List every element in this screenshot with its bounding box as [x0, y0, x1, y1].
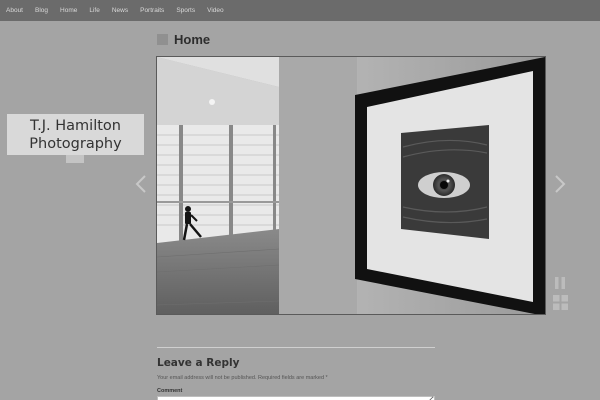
nav-item-portraits[interactable]: Portraits	[140, 7, 164, 14]
grid-icon	[553, 295, 568, 310]
site-title-line1: T.J. Hamilton	[30, 118, 121, 134]
pause-icon	[555, 277, 565, 289]
slideshow-prev-button[interactable]	[134, 174, 148, 194]
gallery-photo	[157, 57, 545, 314]
nav-item-video[interactable]: Video	[207, 7, 224, 14]
slideshow-image[interactable]	[156, 56, 546, 315]
content-divider	[157, 347, 435, 348]
reply-note: Your email address will not be published…	[157, 375, 328, 381]
top-navigation: About Blog Home Life News Portraits Spor…	[0, 0, 600, 21]
page-header: Home	[157, 31, 210, 47]
nav-item-sports[interactable]: Sports	[176, 7, 195, 14]
comment-input[interactable]	[157, 396, 435, 400]
nav-item-life[interactable]: Life	[89, 7, 99, 14]
site-title-line2: Photography	[29, 136, 122, 152]
page-title: Home	[174, 31, 211, 47]
reply-heading: Leave a Reply	[157, 357, 240, 369]
slideshow-grid-button[interactable]	[553, 295, 568, 310]
chevron-left-icon	[135, 175, 146, 193]
nav-item-blog[interactable]: Blog	[35, 7, 48, 14]
comment-label: Comment	[157, 388, 183, 394]
nav-item-news[interactable]: News	[112, 7, 128, 14]
logo-tab	[66, 155, 84, 163]
nav-item-home[interactable]: Home	[60, 7, 77, 14]
site-logo[interactable]: T.J. Hamilton Photography	[7, 114, 144, 155]
chevron-right-icon	[555, 175, 566, 193]
title-square-icon	[157, 33, 168, 45]
slideshow-next-button[interactable]	[553, 174, 567, 194]
nav-item-about[interactable]: About	[6, 7, 23, 14]
slideshow-pause-button[interactable]	[554, 276, 566, 289]
